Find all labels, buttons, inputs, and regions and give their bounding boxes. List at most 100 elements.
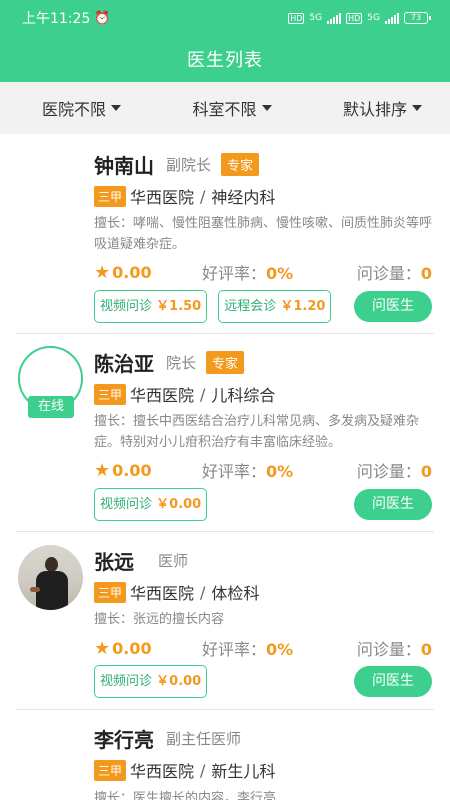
- remote-consult-label: 远程会诊: [224, 299, 277, 314]
- praise-value: 0%: [266, 462, 294, 481]
- star-icon: ★: [94, 261, 111, 283]
- doctor-card[interactable]: 张远 医师 三甲 华西医院 / 体检科 擅长：张远的擅长内容 ★ 0.00 好评…: [16, 532, 434, 710]
- doctor-name-row: 陈治亚 院长 专家: [94, 348, 245, 377]
- page-title: 医生列表: [187, 50, 263, 71]
- video-consult-button[interactable]: 视频问诊 ￥1.50: [94, 290, 208, 323]
- button-row: 视频问诊 ￥0.00 问医生: [94, 665, 432, 698]
- doctor-card[interactable]: 在线 陈治亚 院长 专家 三甲 华西医院 / 儿科综合 擅长：擅长中西医结合治疗…: [16, 334, 434, 532]
- doctor-card[interactable]: 钟南山 副院长 专家 三甲 华西医院 / 神经内科 擅长：哮喘、慢性阻塞性肺病、…: [16, 134, 434, 334]
- remote-consult-button[interactable]: 远程会诊 ￥1.20: [218, 290, 332, 323]
- stats-row: ★ 0.00 好评率：0% 问诊量：0: [94, 260, 432, 284]
- praise-stat: 好评率：0%: [202, 458, 347, 482]
- chevron-down-icon: [411, 105, 422, 111]
- praise-label: 好评率：: [202, 264, 267, 283]
- praise-value: 0%: [266, 640, 294, 659]
- department-name: 体检科: [211, 584, 260, 603]
- button-row: 视频问诊 ￥1.50 远程会诊 ￥1.20 问医生: [94, 290, 432, 323]
- count-label: 问诊量：: [356, 462, 421, 481]
- filter-hospital-label: 医院不限: [42, 100, 107, 119]
- separator: /: [200, 384, 206, 404]
- filter-hospital[interactable]: 医院不限: [42, 96, 122, 120]
- rating-score: 0.00: [112, 638, 152, 658]
- count-stat: 问诊量：0: [347, 458, 432, 482]
- star-icon: ★: [94, 459, 111, 481]
- filter-department[interactable]: 科室不限: [192, 96, 272, 120]
- department-name: 儿科综合: [211, 386, 276, 405]
- doctor-card[interactable]: 李行亮 副主任医师 三甲 华西医院 / 新生儿科 擅长：医生擅长的内容，李行亮: [16, 710, 434, 800]
- separator: /: [200, 186, 206, 206]
- battery-level: 73: [410, 13, 422, 22]
- count-value: 0: [420, 462, 432, 481]
- praise-stat: 好评率：0%: [202, 260, 347, 284]
- alarm-icon: ⏰: [94, 10, 111, 26]
- status-right: HD 5G HD 5G 73: [288, 12, 431, 24]
- avatar-photo: [18, 545, 83, 610]
- doctor-name: 李行亮: [94, 728, 154, 752]
- grade-badge: 三甲: [94, 759, 127, 781]
- count-value: 0: [420, 264, 432, 283]
- video-consult-price: ￥0.00: [156, 497, 202, 512]
- doctor-name: 钟南山: [94, 154, 154, 178]
- video-consult-label: 视频问诊: [100, 674, 153, 689]
- doctor-title: 医师: [158, 552, 189, 570]
- avatar-photo-body: [36, 571, 68, 610]
- avatar: [18, 545, 83, 610]
- hospital-name: 华西医院: [130, 188, 195, 207]
- praise-value: 0%: [266, 264, 294, 283]
- hospital-row: 三甲 华西医院 / 神经内科: [94, 184, 275, 208]
- hd-icon: HD: [288, 12, 305, 24]
- filter-bar: 医院不限 科室不限 默认排序: [0, 82, 450, 134]
- video-consult-button[interactable]: 视频问诊 ￥0.00: [94, 665, 208, 698]
- chevron-down-icon: [261, 105, 272, 111]
- avatar-photo-hand: [30, 587, 40, 592]
- count-label: 问诊量：: [356, 640, 421, 659]
- doctor-specialty: 擅长：张远的擅长内容: [94, 612, 225, 627]
- doctor-name-row: 李行亮 副主任医师: [94, 724, 241, 753]
- praise-label: 好评率：: [202, 640, 267, 659]
- video-consult-label: 视频问诊: [100, 497, 153, 512]
- doctor-list: 钟南山 副院长 专家 三甲 华西医院 / 神经内科 擅长：哮喘、慢性阻塞性肺病、…: [0, 134, 450, 800]
- app: 上午11:25 ⏰ HD 5G HD 5G 73 医生列表 医院不限 科室不限: [0, 0, 450, 800]
- status-time: 上午11:25: [22, 11, 91, 27]
- video-consult-label: 视频问诊: [100, 299, 153, 314]
- star-icon: ★: [94, 637, 111, 659]
- count-value: 0: [420, 640, 432, 659]
- battery-icon: 73: [404, 12, 431, 24]
- hospital-name: 华西医院: [130, 386, 195, 405]
- filter-sort[interactable]: 默认排序: [343, 96, 422, 120]
- doctor-specialty: 擅长：哮喘、慢性阻塞性肺病、慢性咳嗽、间质性肺炎等呼吸道疑难杂症。: [94, 216, 433, 252]
- doctor-specialty: 擅长：医生擅长的内容，李行亮: [94, 791, 277, 800]
- ask-doctor-button[interactable]: 问医生: [354, 291, 432, 322]
- doctor-title: 院长: [166, 354, 197, 372]
- hospital-row: 三甲 华西医院 / 新生儿科: [94, 758, 275, 782]
- grade-badge: 三甲: [94, 185, 127, 207]
- signal-icon: [327, 12, 342, 24]
- signal-icon: [385, 12, 399, 24]
- doctor-specialty: 擅长：擅长中西医结合治疗儿科常见病、多发病及疑难杂症。特别对小儿疳积治疗有丰富临…: [94, 414, 420, 450]
- hospital-name: 华西医院: [130, 762, 195, 781]
- doctor-title: 副主任医师: [166, 730, 242, 748]
- filter-sort-label: 默认排序: [342, 100, 407, 119]
- expert-badge: 专家: [206, 351, 245, 374]
- praise-label: 好评率：: [202, 462, 267, 481]
- grade-badge: 三甲: [94, 383, 127, 405]
- rating-stat: ★ 0.00: [94, 638, 202, 659]
- status-left: 上午11:25 ⏰: [22, 8, 111, 28]
- hospital-name: 华西医院: [130, 584, 195, 603]
- avatar: 在线: [18, 346, 83, 418]
- remote-consult-price: ￥1.20: [280, 299, 326, 314]
- header: 上午11:25 ⏰ HD 5G HD 5G 73 医生列表: [0, 0, 450, 82]
- hd-icon: HD: [346, 12, 363, 24]
- separator: /: [200, 582, 206, 602]
- chevron-down-icon: [111, 105, 122, 111]
- ask-doctor-button[interactable]: 问医生: [354, 666, 432, 697]
- count-stat: 问诊量：0: [347, 636, 432, 660]
- rating-stat: ★ 0.00: [94, 460, 202, 481]
- stats-row: ★ 0.00 好评率：0% 问诊量：0: [94, 458, 432, 482]
- ask-doctor-button[interactable]: 问医生: [354, 489, 432, 520]
- video-consult-button[interactable]: 视频问诊 ￥0.00: [94, 488, 208, 521]
- expert-badge: 专家: [221, 153, 260, 176]
- 5g-icon: 5G: [309, 13, 323, 23]
- count-stat: 问诊量：0: [347, 260, 432, 284]
- praise-stat: 好评率：0%: [202, 636, 347, 660]
